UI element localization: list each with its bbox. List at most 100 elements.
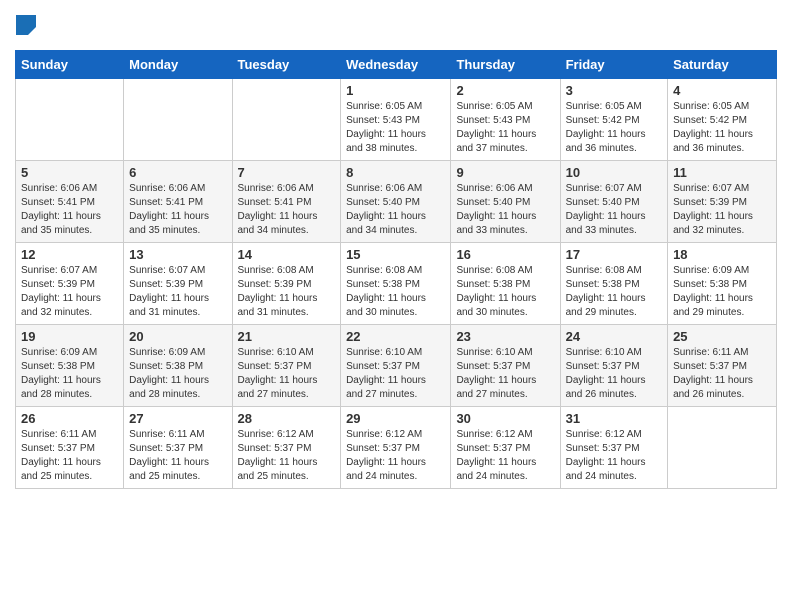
day-info: Sunrise: 6:06 AM Sunset: 5:40 PM Dayligh… — [346, 182, 445, 238]
day-number: 12 — [21, 247, 118, 262]
day-number: 4 — [673, 83, 771, 98]
calendar: SundayMondayTuesdayWednesdayThursdayFrid… — [15, 50, 777, 489]
calendar-cell: 8 Sunrise: 6:06 AM Sunset: 5:40 PM Daylig… — [341, 161, 451, 243]
week-row-1: 1 Sunrise: 6:05 AM Sunset: 5:43 PM Daylig… — [16, 79, 777, 161]
day-info: Sunrise: 6:10 AM Sunset: 5:37 PM Dayligh… — [346, 346, 445, 402]
day-info: Sunrise: 6:12 AM Sunset: 5:37 PM Dayligh… — [238, 428, 336, 484]
day-number: 17 — [566, 247, 662, 262]
day-info: Sunrise: 6:06 AM Sunset: 5:41 PM Dayligh… — [129, 182, 226, 238]
day-number: 25 — [673, 329, 771, 344]
day-info: Sunrise: 6:10 AM Sunset: 5:37 PM Dayligh… — [456, 346, 554, 402]
day-number: 8 — [346, 165, 445, 180]
day-number: 29 — [346, 411, 445, 426]
day-number: 6 — [129, 165, 226, 180]
calendar-cell: 19 Sunrise: 6:09 AM Sunset: 5:38 PM Dayli… — [16, 325, 124, 407]
day-number: 20 — [129, 329, 226, 344]
day-number: 18 — [673, 247, 771, 262]
calendar-cell: 2 Sunrise: 6:05 AM Sunset: 5:43 PM Daylig… — [451, 79, 560, 161]
logo-text — [15, 15, 37, 41]
logo-icon — [16, 15, 36, 41]
day-number: 10 — [566, 165, 662, 180]
day-info: Sunrise: 6:06 AM Sunset: 5:40 PM Dayligh… — [456, 182, 554, 238]
day-number: 16 — [456, 247, 554, 262]
calendar-cell: 7 Sunrise: 6:06 AM Sunset: 5:41 PM Daylig… — [232, 161, 341, 243]
day-number: 9 — [456, 165, 554, 180]
calendar-cell: 27 Sunrise: 6:11 AM Sunset: 5:37 PM Dayli… — [124, 407, 232, 489]
calendar-cell: 31Sunrise: 6:12 AM Sunset: 5:37 PM Dayli… — [560, 407, 667, 489]
header-friday: Friday — [560, 51, 667, 79]
calendar-cell: 12 Sunrise: 6:07 AM Sunset: 5:39 PM Dayli… — [16, 243, 124, 325]
calendar-cell: 26Sunrise: 6:11 AM Sunset: 5:37 PM Dayli… — [16, 407, 124, 489]
calendar-cell — [668, 407, 777, 489]
day-number: 23 — [456, 329, 554, 344]
calendar-cell: 9 Sunrise: 6:06 AM Sunset: 5:40 PM Daylig… — [451, 161, 560, 243]
day-number: 11 — [673, 165, 771, 180]
calendar-cell: 5Sunrise: 6:06 AM Sunset: 5:41 PM Daylig… — [16, 161, 124, 243]
day-number: 1 — [346, 83, 445, 98]
day-info: Sunrise: 6:09 AM Sunset: 5:38 PM Dayligh… — [21, 346, 118, 402]
calendar-cell: 22 Sunrise: 6:10 AM Sunset: 5:37 PM Dayli… — [341, 325, 451, 407]
day-number: 3 — [566, 83, 662, 98]
day-info: Sunrise: 6:08 AM Sunset: 5:38 PM Dayligh… — [566, 264, 662, 320]
day-info: Sunrise: 6:10 AM Sunset: 5:37 PM Dayligh… — [238, 346, 336, 402]
calendar-cell — [16, 79, 124, 161]
day-info: Sunrise: 6:09 AM Sunset: 5:38 PM Dayligh… — [673, 264, 771, 320]
calendar-cell: 17 Sunrise: 6:08 AM Sunset: 5:38 PM Dayli… — [560, 243, 667, 325]
day-number: 28 — [238, 411, 336, 426]
calendar-cell: 23 Sunrise: 6:10 AM Sunset: 5:37 PM Dayli… — [451, 325, 560, 407]
calendar-cell — [232, 79, 341, 161]
day-number: 7 — [238, 165, 336, 180]
day-info: Sunrise: 6:05 AM Sunset: 5:42 PM Dayligh… — [566, 100, 662, 156]
day-info: Sunrise: 6:11 AM Sunset: 5:37 PM Dayligh… — [129, 428, 226, 484]
day-info: Sunrise: 6:12 AM Sunset: 5:37 PM Dayligh… — [456, 428, 554, 484]
calendar-header-row: SundayMondayTuesdayWednesdayThursdayFrid… — [16, 51, 777, 79]
day-info: Sunrise: 6:07 AM Sunset: 5:39 PM Dayligh… — [129, 264, 226, 320]
header-tuesday: Tuesday — [232, 51, 341, 79]
calendar-cell: 30 Sunrise: 6:12 AM Sunset: 5:37 PM Dayli… — [451, 407, 560, 489]
logo — [15, 15, 37, 37]
week-row-3: 12 Sunrise: 6:07 AM Sunset: 5:39 PM Dayli… — [16, 243, 777, 325]
header-sunday: Sunday — [16, 51, 124, 79]
calendar-cell: 25Sunrise: 6:11 AM Sunset: 5:37 PM Dayli… — [668, 325, 777, 407]
calendar-cell: 20 Sunrise: 6:09 AM Sunset: 5:38 PM Dayli… — [124, 325, 232, 407]
day-info: Sunrise: 6:08 AM Sunset: 5:38 PM Dayligh… — [346, 264, 445, 320]
day-number: 19 — [21, 329, 118, 344]
calendar-cell: 14Sunrise: 6:08 AM Sunset: 5:39 PM Dayli… — [232, 243, 341, 325]
header-saturday: Saturday — [668, 51, 777, 79]
calendar-cell: 21 Sunrise: 6:10 AM Sunset: 5:37 PM Dayli… — [232, 325, 341, 407]
day-number: 31 — [566, 411, 662, 426]
day-info: Sunrise: 6:09 AM Sunset: 5:38 PM Dayligh… — [129, 346, 226, 402]
day-number: 30 — [456, 411, 554, 426]
day-info: Sunrise: 6:05 AM Sunset: 5:43 PM Dayligh… — [456, 100, 554, 156]
week-row-4: 19 Sunrise: 6:09 AM Sunset: 5:38 PM Dayli… — [16, 325, 777, 407]
calendar-cell: 29 Sunrise: 6:12 AM Sunset: 5:37 PM Dayli… — [341, 407, 451, 489]
calendar-cell: 15 Sunrise: 6:08 AM Sunset: 5:38 PM Dayli… — [341, 243, 451, 325]
day-info: Sunrise: 6:10 AM Sunset: 5:37 PM Dayligh… — [566, 346, 662, 402]
day-info: Sunrise: 6:07 AM Sunset: 5:39 PM Dayligh… — [21, 264, 118, 320]
day-info: Sunrise: 6:05 AM Sunset: 5:42 PM Dayligh… — [673, 100, 771, 156]
calendar-cell: 11 Sunrise: 6:07 AM Sunset: 5:39 PM Dayli… — [668, 161, 777, 243]
day-number: 27 — [129, 411, 226, 426]
calendar-cell: 16Sunrise: 6:08 AM Sunset: 5:38 PM Dayli… — [451, 243, 560, 325]
day-info: Sunrise: 6:12 AM Sunset: 5:37 PM Dayligh… — [346, 428, 445, 484]
calendar-cell: 18 Sunrise: 6:09 AM Sunset: 5:38 PM Dayli… — [668, 243, 777, 325]
calendar-cell: 28 Sunrise: 6:12 AM Sunset: 5:37 PM Dayli… — [232, 407, 341, 489]
header-monday: Monday — [124, 51, 232, 79]
day-info: Sunrise: 6:06 AM Sunset: 5:41 PM Dayligh… — [238, 182, 336, 238]
header — [15, 10, 777, 42]
day-info: Sunrise: 6:07 AM Sunset: 5:39 PM Dayligh… — [673, 182, 771, 238]
day-info: Sunrise: 6:07 AM Sunset: 5:40 PM Dayligh… — [566, 182, 662, 238]
calendar-cell: 3 Sunrise: 6:05 AM Sunset: 5:42 PM Daylig… — [560, 79, 667, 161]
header-wednesday: Wednesday — [341, 51, 451, 79]
day-info: Sunrise: 6:11 AM Sunset: 5:37 PM Dayligh… — [21, 428, 118, 484]
day-number: 15 — [346, 247, 445, 262]
day-number: 21 — [238, 329, 336, 344]
calendar-cell: 6 Sunrise: 6:06 AM Sunset: 5:41 PM Daylig… — [124, 161, 232, 243]
calendar-cell — [124, 79, 232, 161]
calendar-cell: 4 Sunrise: 6:05 AM Sunset: 5:42 PM Daylig… — [668, 79, 777, 161]
day-number: 14 — [238, 247, 336, 262]
header-thursday: Thursday — [451, 51, 560, 79]
calendar-cell: 10 Sunrise: 6:07 AM Sunset: 5:40 PM Dayli… — [560, 161, 667, 243]
day-number: 22 — [346, 329, 445, 344]
day-number: 2 — [456, 83, 554, 98]
